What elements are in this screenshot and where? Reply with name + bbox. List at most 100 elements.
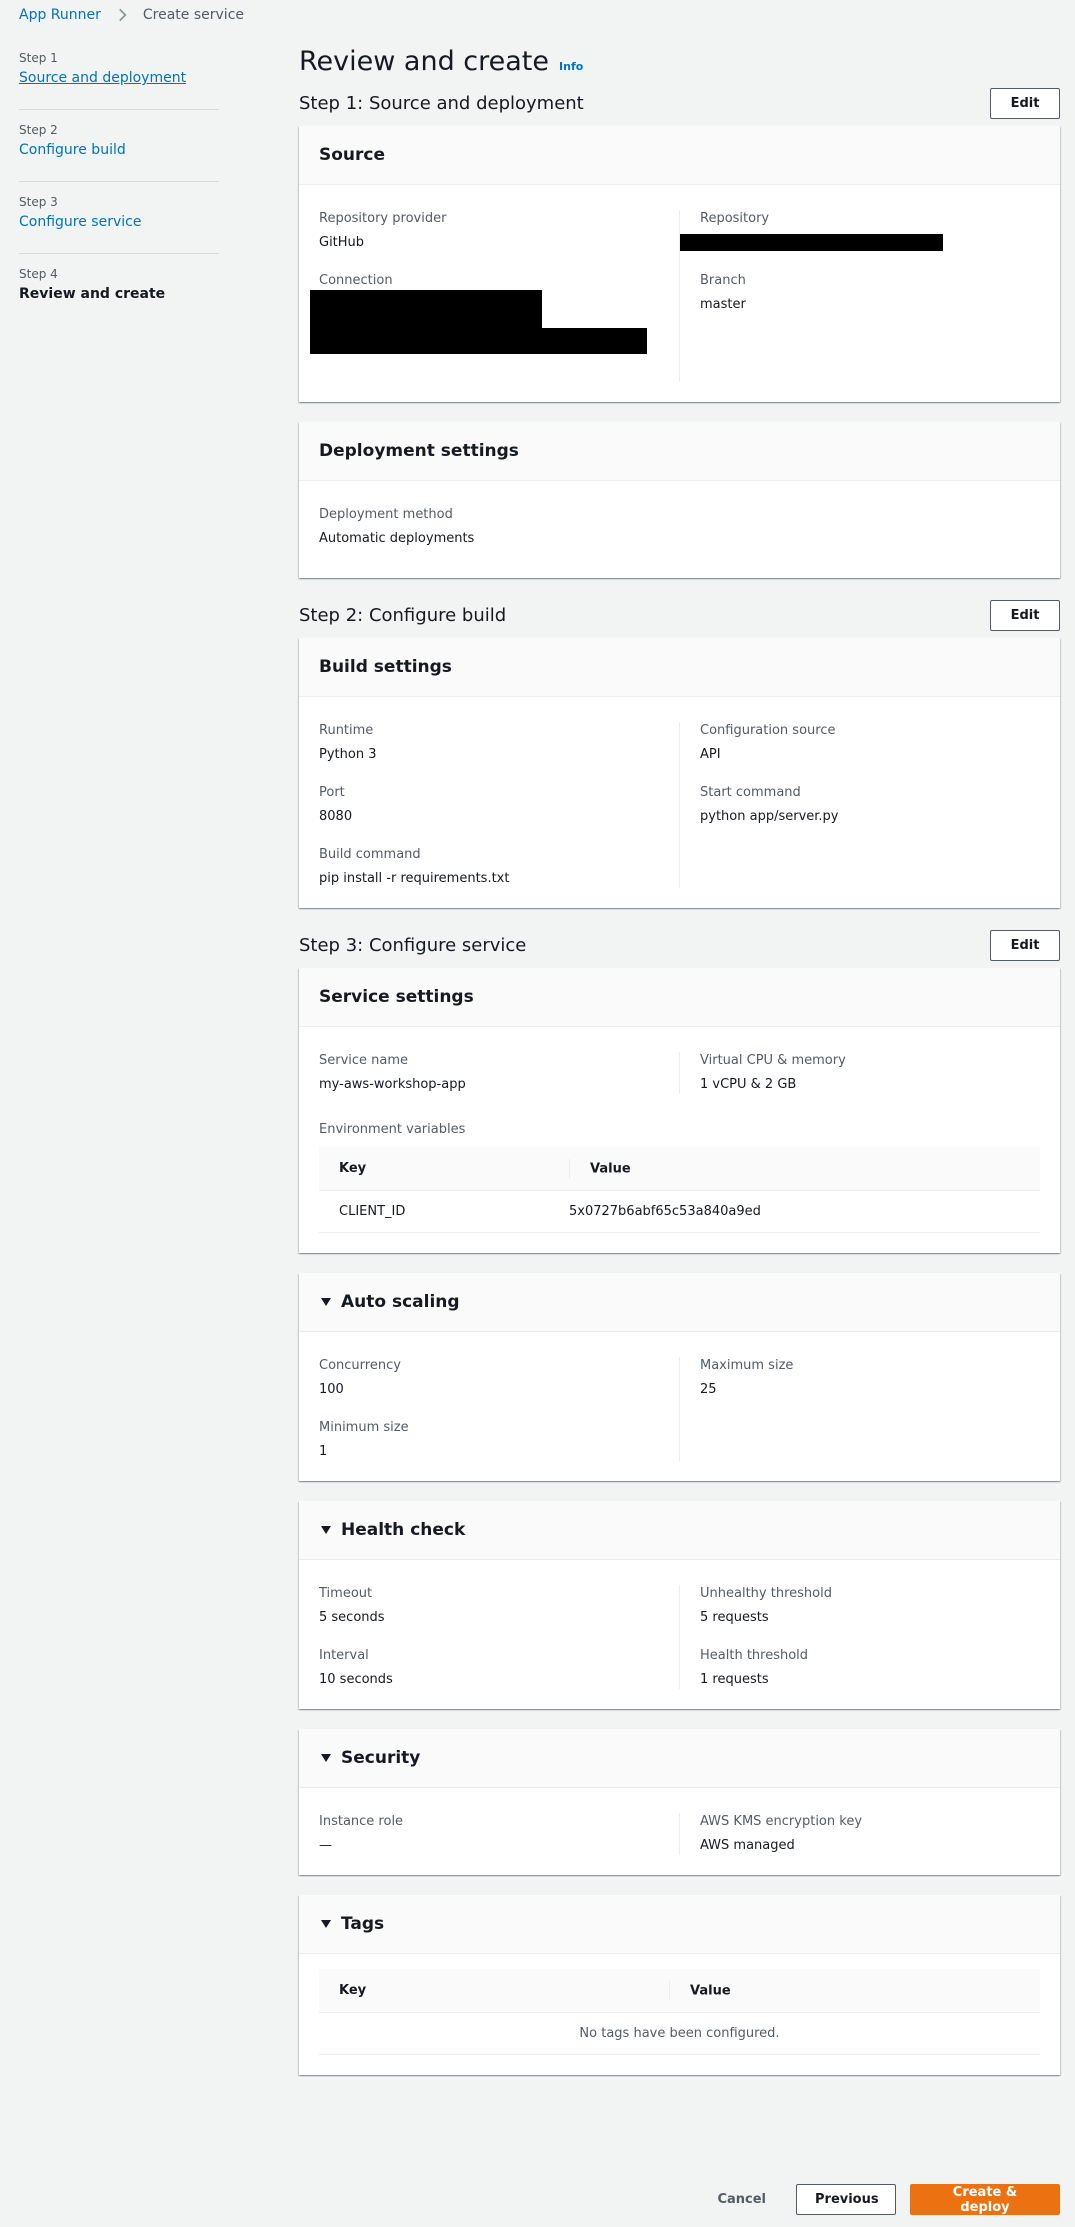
- step-number: Step 1: [19, 51, 58, 65]
- step1-edit-button[interactable]: Edit: [990, 87, 1060, 119]
- step-number: Step 2: [19, 123, 58, 137]
- page-title: Review and create: [299, 46, 550, 77]
- env-vars-label: Environment variables: [319, 1122, 466, 1137]
- step-current-review-create: Review and create: [19, 286, 166, 302]
- start-command-value: python app/server.py: [700, 809, 839, 824]
- connection-redacted-value: [310, 328, 647, 354]
- previous-button[interactable]: Previous: [796, 2184, 896, 2215]
- security-toggle[interactable]: Security: [299, 1729, 1060, 1788]
- step2-header: Step 2: Configure build Edit: [299, 598, 1060, 632]
- tags-title: Tags: [341, 1914, 385, 1934]
- env-value-cell: 5x0727b6abf65c53a840a9ed: [549, 1190, 1040, 1233]
- config-source-value: API: [700, 747, 721, 762]
- env-vars-table: Key Value CLIENT_ID 5x0727b6abf65c53a840…: [319, 1147, 1040, 1233]
- connection-label: Connection: [319, 273, 393, 288]
- cpu-memory-field: Virtual CPU & memory 1 vCPU & 2 GB: [700, 1052, 1040, 1094]
- concurrency-field: Concurrency 100: [319, 1357, 659, 1399]
- max-size-field: Maximum size 25: [700, 1357, 1040, 1399]
- min-size-value: 1: [319, 1444, 328, 1459]
- timeout-label: Timeout: [319, 1586, 373, 1601]
- interval-field: Interval 10 seconds: [319, 1647, 659, 1689]
- tags-table: Key Value No tags have been configured.: [319, 1969, 1040, 2055]
- service-settings-panel: Service settings Service name my-aws-wor…: [299, 968, 1060, 1253]
- deployment-method-value: Automatic deployments: [319, 531, 475, 546]
- branch-value: master: [700, 297, 746, 312]
- port-value: 8080: [319, 809, 353, 824]
- env-key-header: Key: [319, 1147, 549, 1191]
- instance-role-value: —: [319, 1838, 332, 1853]
- health-check-toggle[interactable]: Health check: [299, 1501, 1060, 1560]
- caret-down-icon: [321, 1526, 331, 1534]
- step2-title: Step 2: Configure build: [299, 604, 507, 626]
- source-panel-title: Source: [319, 145, 386, 165]
- deployment-settings-panel: Deployment settings Deployment method Au…: [299, 422, 1060, 578]
- step3-header: Step 3: Configure service Edit: [299, 928, 1060, 962]
- repository-label: Repository: [700, 211, 770, 226]
- table-row: CLIENT_ID 5x0727b6abf65c53a840a9ed: [319, 1190, 1040, 1233]
- tags-toggle[interactable]: Tags: [299, 1895, 1060, 1954]
- auto-scaling-panel: Auto scaling Concurrency 100 Minimum siz…: [299, 1273, 1060, 1481]
- health-threshold-field: Health threshold 1 requests: [700, 1647, 1040, 1689]
- min-size-field: Minimum size 1: [319, 1419, 659, 1461]
- port-label: Port: [319, 785, 345, 800]
- main-content: Review and create Info Step 1: Source an…: [299, 46, 1060, 2095]
- step-number: Step 3: [19, 195, 58, 209]
- unhealthy-threshold-label: Unhealthy threshold: [700, 1586, 832, 1601]
- deployment-method-field: Deployment method Automatic deployments: [319, 506, 1040, 548]
- page-header: Review and create Info: [299, 46, 1060, 86]
- concurrency-value: 100: [319, 1382, 344, 1397]
- instance-role-field: Instance role —: [319, 1813, 659, 1855]
- service-name-value: my-aws-workshop-app: [319, 1077, 466, 1092]
- deployment-panel-title: Deployment settings: [319, 441, 519, 461]
- build-command-label: Build command: [319, 847, 421, 862]
- branch-label: Branch: [700, 273, 746, 288]
- caret-down-icon: [321, 1754, 331, 1762]
- build-command-value: pip install -r requirements.txt: [319, 871, 510, 886]
- info-link[interactable]: Info: [559, 60, 583, 73]
- connection-redacted-value: [310, 290, 542, 314]
- repository-redacted-value: [680, 234, 943, 251]
- security-panel: Security Instance role — AWS KMS encrypt…: [299, 1729, 1060, 1875]
- breadcrumb-current: Create service: [142, 7, 245, 23]
- step1-title: Step 1: Source and deployment: [299, 92, 584, 114]
- step-link-source-deployment[interactable]: Source and deployment: [19, 68, 219, 88]
- breadcrumb-app-runner[interactable]: App Runner: [19, 7, 101, 23]
- build-command-field: Build command pip install -r requirement…: [319, 846, 659, 888]
- instance-role-label: Instance role: [319, 1814, 404, 1829]
- caret-down-icon: [321, 1298, 331, 1306]
- runtime-value: Python 3: [319, 747, 377, 762]
- build-panel-header: Build settings: [299, 638, 1060, 697]
- health-threshold-value: 1 requests: [700, 1672, 769, 1687]
- runtime-label: Runtime: [319, 723, 374, 738]
- max-size-value: 25: [700, 1382, 717, 1397]
- step-link-configure-build[interactable]: Configure build: [19, 140, 219, 160]
- unhealthy-threshold-value: 5 requests: [700, 1610, 769, 1625]
- wizard-step-4: Step 4 Review and create: [19, 266, 219, 325]
- auto-scaling-toggle[interactable]: Auto scaling: [299, 1273, 1060, 1332]
- kms-key-field: AWS KMS encryption key AWS managed: [700, 1813, 1040, 1855]
- runtime-field: Runtime Python 3: [319, 722, 659, 764]
- table-row: No tags have been configured.: [319, 2012, 1040, 2055]
- wizard-step-1: Step 1 Source and deployment: [19, 50, 219, 110]
- max-size-label: Maximum size: [700, 1358, 794, 1373]
- step2-edit-button[interactable]: Edit: [990, 599, 1060, 631]
- step-number: Step 4: [19, 267, 58, 281]
- service-name-field: Service name my-aws-workshop-app: [319, 1052, 659, 1094]
- chevron-right-icon: [119, 8, 127, 22]
- step3-edit-button[interactable]: Edit: [990, 929, 1060, 961]
- min-size-label: Minimum size: [319, 1420, 409, 1435]
- cancel-button[interactable]: Cancel: [701, 2184, 782, 2215]
- caret-down-icon: [321, 1920, 331, 1928]
- deployment-panel-header: Deployment settings: [299, 422, 1060, 481]
- build-panel-title: Build settings: [319, 657, 452, 677]
- wizard-step-2: Step 2 Configure build: [19, 122, 219, 182]
- repository-field: Repository: [680, 210, 1040, 252]
- config-source-field: Configuration source API: [700, 722, 1040, 764]
- build-settings-panel: Build settings Runtime Python 3 Port 808…: [299, 638, 1060, 908]
- service-panel-title: Service settings: [319, 987, 474, 1007]
- create-deploy-button[interactable]: Create & deploy: [910, 2184, 1060, 2215]
- tags-empty-message: No tags have been configured.: [319, 2012, 1040, 2055]
- step-link-configure-service[interactable]: Configure service: [19, 212, 219, 232]
- wizard-steps-nav: Step 1 Source and deployment Step 2 Conf…: [19, 50, 219, 337]
- env-value-header: Value: [549, 1147, 1040, 1191]
